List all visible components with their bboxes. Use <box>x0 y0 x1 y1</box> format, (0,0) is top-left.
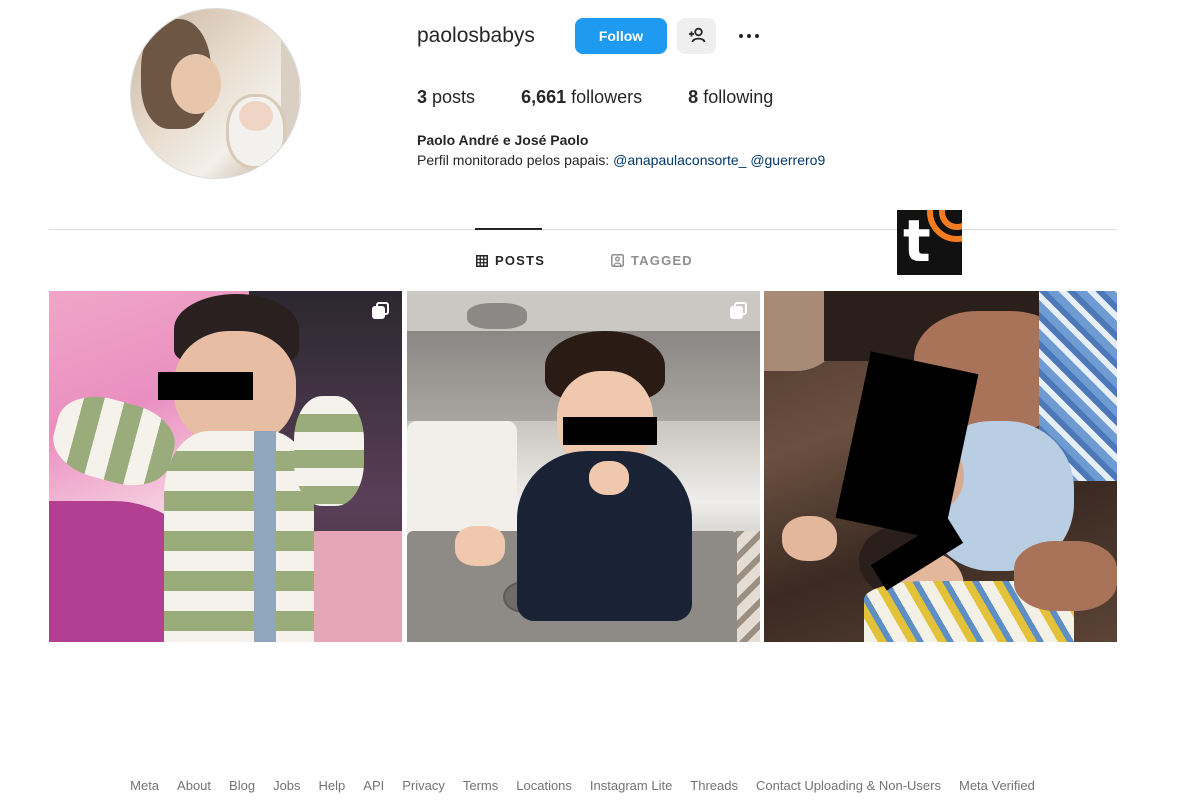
watermark-logo: t <box>897 210 962 275</box>
bio-mention-link[interactable]: @anapaulaconsorte_ <box>613 152 746 168</box>
grid-icon <box>476 254 488 267</box>
censor-bar <box>158 372 253 400</box>
post-thumbnail[interactable] <box>407 291 760 642</box>
follow-button[interactable]: Follow <box>575 18 667 54</box>
multiple-photos-icon <box>730 302 748 320</box>
footer-link-terms[interactable]: Terms <box>463 778 498 793</box>
dot-icon <box>755 34 759 38</box>
censor-bar <box>563 417 657 445</box>
footer-link-meta-verified[interactable]: Meta Verified <box>959 778 1035 793</box>
dot-icon <box>747 34 751 38</box>
footer-link-jobs[interactable]: Jobs <box>273 778 300 793</box>
footer-link-blog[interactable]: Blog <box>229 778 255 793</box>
profile-avatar[interactable] <box>130 8 301 179</box>
tagged-icon <box>611 254 624 267</box>
following-stat[interactable]: 8 following <box>688 87 773 108</box>
profile-username: paolosbabys <box>417 24 535 47</box>
footer-link-api[interactable]: API <box>363 778 384 793</box>
followers-stat[interactable]: 6,661 followers <box>521 87 642 108</box>
footer-link-contact-uploading[interactable]: Contact Uploading & Non-Users <box>756 778 941 793</box>
suggested-users-button[interactable] <box>677 18 716 54</box>
tab-posts-label: POSTS <box>495 253 546 268</box>
footer-link-threads[interactable]: Threads <box>690 778 738 793</box>
bio-text: Perfil monitorado pelos papais: <box>417 152 614 168</box>
profile-stats: 3 posts 6,661 followers 8 following <box>417 87 819 108</box>
profile-full-name: Paolo André e José Paolo <box>417 132 589 148</box>
multiple-photos-icon <box>372 302 390 320</box>
more-options-button[interactable] <box>732 18 766 54</box>
footer-link-privacy[interactable]: Privacy <box>402 778 445 793</box>
footer-link-help[interactable]: Help <box>319 778 346 793</box>
footer-link-locations[interactable]: Locations <box>516 778 572 793</box>
bio-mention-link[interactable]: @guerrero9 <box>750 152 825 168</box>
post-thumbnail[interactable] <box>49 291 402 642</box>
footer-links: Meta About Blog Jobs Help API Privacy Te… <box>0 778 1165 793</box>
active-tab-indicator <box>475 228 542 230</box>
footer-link-instagram-lite[interactable]: Instagram Lite <box>590 778 672 793</box>
footer-link-meta[interactable]: Meta <box>130 778 159 793</box>
tab-tagged-label: TAGGED <box>631 253 693 268</box>
add-user-icon <box>688 27 706 46</box>
dot-icon <box>739 34 743 38</box>
tab-tagged[interactable]: TAGGED <box>611 253 693 268</box>
tab-posts[interactable]: POSTS <box>476 253 545 268</box>
post-thumbnail[interactable] <box>764 291 1117 642</box>
posts-stat: 3 posts <box>417 87 476 107</box>
footer-link-about[interactable]: About <box>177 778 211 793</box>
profile-bio: Perfil monitorado pelos papais: @anapaul… <box>417 152 825 168</box>
